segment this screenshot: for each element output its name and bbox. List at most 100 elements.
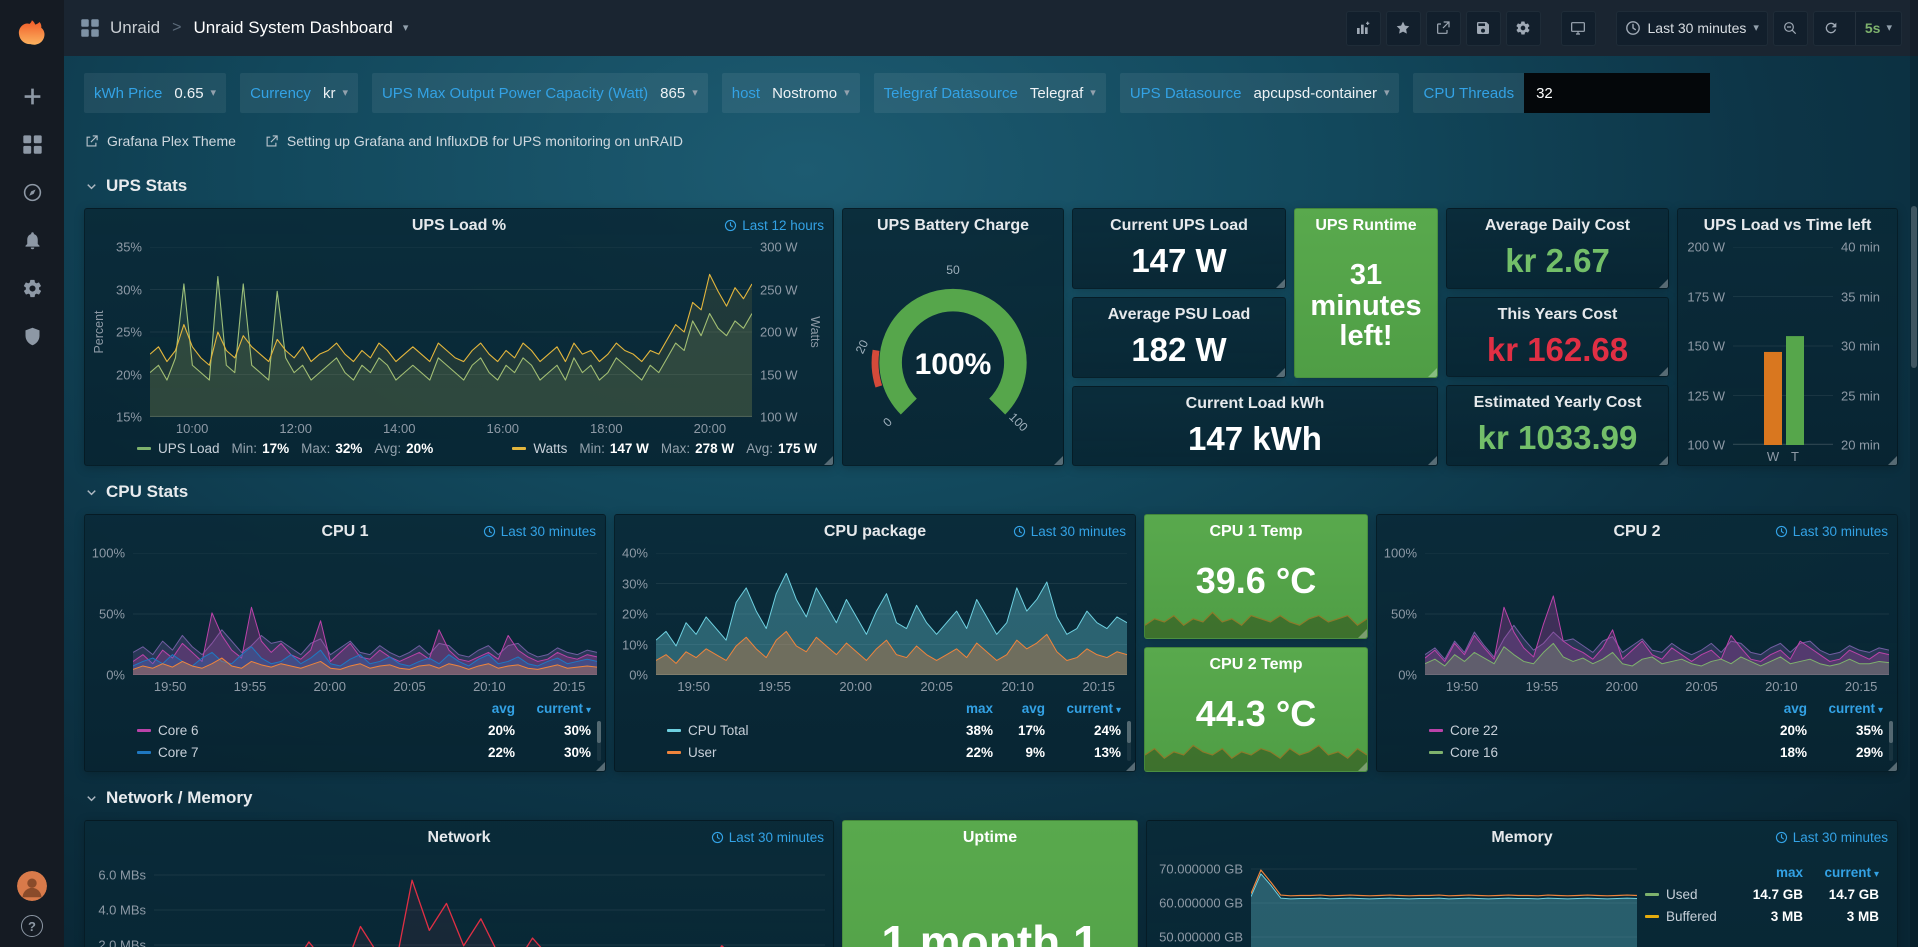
panel-resize-handle[interactable] — [1276, 279, 1285, 288]
scrollbar-thumb[interactable] — [1911, 206, 1917, 368]
panel-title[interactable]: CPU 1 — [321, 523, 368, 541]
legend-sort-current[interactable]: current▾ — [1803, 865, 1879, 880]
panel-title[interactable]: Average Daily Cost — [1485, 217, 1630, 235]
panel-title[interactable]: CPU 2 Temp — [1209, 656, 1302, 674]
panel-title[interactable]: UPS Load % — [412, 217, 506, 235]
legend-sort-current[interactable]: current▾ — [1045, 701, 1121, 716]
legend-sort-avg[interactable]: avg — [453, 701, 515, 716]
y-axis: 35%30%25%20%15% — [115, 247, 144, 417]
panel-resize-handle[interactable] — [1358, 762, 1367, 771]
panel-title[interactable]: CPU 2 — [1613, 523, 1660, 541]
variable-value-dropdown[interactable]: 0.65▾ — [172, 85, 226, 102]
user-avatar[interactable] — [17, 871, 47, 901]
panel-resize-handle[interactable] — [1428, 456, 1437, 465]
breadcrumb-folder[interactable]: Unraid — [110, 18, 160, 38]
panel-title[interactable]: UPS Runtime — [1315, 217, 1416, 235]
panel-resize-handle[interactable] — [1659, 367, 1668, 376]
legend-table: max current▾ Used 14.7 GB 14.7 GB Buffer… — [1645, 855, 1897, 947]
main-area: Unraid > Unraid System Dashboard ▾ — [64, 0, 1918, 947]
cycle-view-mode-button[interactable] — [1561, 11, 1596, 46]
section-ups-stats[interactable]: UPS Stats — [84, 168, 1898, 204]
panel-resize-handle[interactable] — [1054, 456, 1063, 465]
panel-resize-handle[interactable] — [1358, 629, 1367, 638]
variable-value-dropdown[interactable]: kr▾ — [321, 85, 358, 102]
panel-title[interactable]: Current UPS Load — [1110, 217, 1248, 235]
add-panel-button[interactable] — [1346, 11, 1381, 46]
panel-title[interactable]: Uptime — [963, 829, 1017, 847]
x-axis-tick: W — [1767, 449, 1779, 464]
star-dashboard-button[interactable] — [1386, 11, 1421, 46]
panel-resize-handle[interactable] — [824, 456, 833, 465]
variable-value-dropdown[interactable]: Telegraf▾ — [1028, 85, 1106, 102]
panel-title[interactable]: Network — [427, 829, 490, 847]
y-axis: 40%30%20%10%0% — [621, 553, 650, 675]
legend-sort-current[interactable]: current▾ — [515, 701, 591, 716]
panel-resize-handle[interactable] — [1428, 368, 1437, 377]
dashboard-title-caret-icon[interactable]: ▾ — [403, 23, 409, 34]
variable-label: Telegraf Datasource — [874, 85, 1028, 102]
panel-title[interactable]: CPU package — [824, 523, 926, 541]
sidebar-create-button[interactable] — [0, 72, 64, 120]
panel-title[interactable]: CPU 1 Temp — [1209, 523, 1302, 541]
variable-value-dropdown[interactable]: Nostromo▾ — [770, 85, 860, 102]
panel-title[interactable]: UPS Battery Charge — [877, 217, 1029, 235]
time-range-picker[interactable]: Last 30 minutes ▾ — [1616, 11, 1768, 46]
refresh-picker: 5s ▾ — [1813, 11, 1902, 46]
panel-resize-handle[interactable] — [1659, 456, 1668, 465]
cpu-threads-input[interactable] — [1524, 73, 1710, 113]
memory-panel-body: 70.000000 GB60.000000 GB50.000000 GB max… — [1147, 855, 1897, 947]
legend-sort-max[interactable]: max — [1727, 865, 1803, 880]
panel-title[interactable]: This Years Cost — [1498, 306, 1618, 324]
link-ups-monitoring-guide[interactable]: Setting up Grafana and InfluxDB for UPS … — [264, 133, 683, 149]
dashboard-settings-button[interactable] — [1506, 11, 1541, 46]
x-axis-tick: 19:55 — [234, 679, 267, 694]
panel-title[interactable]: Current Load kWh — [1186, 395, 1325, 413]
legend-row: CPU Total 38% 17% 24% — [667, 719, 1121, 741]
sidebar-configuration-button[interactable] — [0, 264, 64, 312]
sidebar-dashboards-button[interactable] — [0, 120, 64, 168]
panel-resize-handle[interactable] — [1888, 762, 1897, 771]
refresh-button[interactable] — [1814, 12, 1848, 45]
link-grafana-plex-theme[interactable]: Grafana Plex Theme — [84, 133, 236, 149]
legend-scrollbar[interactable] — [1127, 721, 1131, 761]
panel-title[interactable]: UPS Load vs Time left — [1704, 217, 1872, 235]
share-dashboard-button[interactable] — [1426, 11, 1461, 46]
zoom-out-time-button[interactable] — [1773, 11, 1808, 46]
grafana-logo[interactable] — [13, 12, 51, 50]
legend-scrollbar[interactable] — [1889, 721, 1893, 761]
x-axis: WT — [1733, 445, 1833, 465]
save-dashboard-button[interactable] — [1466, 11, 1501, 46]
legend-scrollbar[interactable] — [597, 721, 601, 761]
sidebar-explore-button[interactable] — [0, 168, 64, 216]
sidebar-server-admin-button[interactable] — [0, 312, 64, 360]
y-axis-tick: 100% — [1384, 546, 1417, 561]
legend-sort-current[interactable]: current▾ — [1807, 701, 1883, 716]
y-axis-tick: 30% — [116, 282, 142, 297]
section-cpu-stats[interactable]: CPU Stats — [84, 474, 1898, 510]
panel-title[interactable]: Memory — [1491, 829, 1552, 847]
panel-resize-handle[interactable] — [1126, 762, 1135, 771]
section-network-memory[interactable]: Network / Memory — [84, 780, 1898, 816]
help-button[interactable]: ? — [21, 915, 43, 937]
legend: UPS Load Min:17% Max:32% Avg:20% Watts M… — [85, 437, 833, 465]
panel-title[interactable]: Average PSU Load — [1108, 306, 1251, 324]
panel-resize-handle[interactable] — [1659, 279, 1668, 288]
dashboard-title[interactable]: Unraid System Dashboard — [193, 18, 392, 38]
y-axis-tick: 200 W — [760, 325, 798, 340]
panel-resize-handle[interactable] — [596, 762, 605, 771]
refresh-interval-button[interactable]: 5s ▾ — [1855, 12, 1901, 45]
clock-icon — [724, 219, 737, 232]
panel-resize-handle[interactable] — [1888, 456, 1897, 465]
variable-value-dropdown[interactable]: 865▾ — [658, 85, 708, 102]
panel-cpu-package: CPU package Last 30 minutes 40%30%20%10%… — [614, 514, 1136, 772]
legend-sort-max[interactable]: max — [935, 701, 993, 716]
page-scrollbar[interactable] — [1910, 0, 1918, 947]
y-axis-tick: 250 W — [760, 282, 798, 297]
y-axis: 6.0 MBs4.0 MBs2.0 MBs — [91, 859, 148, 947]
sidebar-alerting-button[interactable] — [0, 216, 64, 264]
variable-value-dropdown[interactable]: apcupsd-container▾ — [1252, 85, 1400, 102]
legend-sort-avg[interactable]: avg — [1745, 701, 1807, 716]
panel-title[interactable]: Estimated Yearly Cost — [1474, 394, 1642, 412]
legend-sort-avg[interactable]: avg — [993, 701, 1045, 716]
panel-resize-handle[interactable] — [1276, 368, 1285, 377]
